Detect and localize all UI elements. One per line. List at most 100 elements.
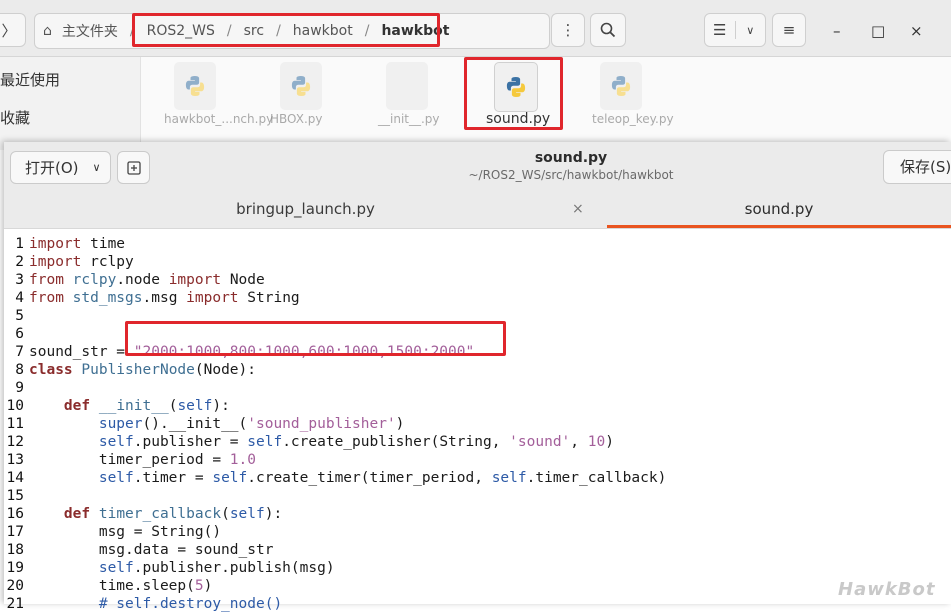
line-number: 12 (6, 434, 24, 450)
home-icon[interactable]: ⌂ (35, 23, 54, 39)
python-icon (185, 76, 205, 96)
line-number: 9 (15, 380, 24, 396)
code-text: # self.destroy_node() (98, 596, 283, 612)
chevron-down-icon: ∨ (746, 23, 755, 37)
line-number: 4 (15, 290, 24, 306)
line-number: 7 (15, 344, 24, 360)
tab-label: bringup_launch.py (236, 200, 375, 218)
code-text: self.publisher = self.create_publisher(S… (98, 434, 614, 450)
line-number: 1 (15, 236, 24, 252)
python-icon (291, 76, 311, 96)
code-line: 2 import rclpy (4, 253, 134, 271)
line-number: 16 (6, 506, 24, 522)
code-text: self.publisher.publish(msg) (98, 560, 335, 576)
code-text: def __init__(self): (63, 398, 230, 414)
tab-label: sound.py (744, 200, 814, 218)
code-line: 10 def __init__(self): (4, 397, 230, 415)
code-text: msg = String() (29, 524, 222, 540)
line-number: 17 (6, 524, 24, 540)
line-number: 5 (15, 308, 24, 324)
hamburger-icon: ≡ (782, 21, 796, 39)
code-line: 19 self.publisher.publish(msg) (4, 559, 335, 577)
line-number: 20 (6, 578, 24, 594)
line-number: 11 (6, 416, 24, 432)
tab-bringup-launch[interactable]: bringup_launch.py (4, 194, 607, 228)
code-text: msg.data = sound_str (29, 542, 274, 558)
code-line: 16 def timer_callback(self): (4, 505, 283, 523)
list-view-icon: ☰ (705, 21, 736, 39)
code-line: 11 super().__init__('sound_publisher') (4, 415, 405, 433)
code-line: 5 (4, 307, 29, 325)
main-menu-button[interactable]: ≡ (772, 13, 806, 47)
code-line: 18 msg.data = sound_str (4, 541, 274, 559)
code-text: def timer_callback(self): (63, 506, 283, 522)
file-manager-header: 〉 ⌂ 主文件夹 / ROS2_WS / src / hawkbot / haw… (0, 0, 951, 57)
close-button[interactable]: × (910, 22, 923, 40)
code-text: class PublisherNode(Node): (29, 362, 256, 378)
search-button[interactable] (590, 13, 626, 47)
save-button[interactable]: 保存(S) (883, 150, 951, 184)
forward-button[interactable]: 〉 (0, 13, 26, 47)
sidebar: 最近使用 收藏 (0, 57, 141, 150)
code-highlight-box (125, 321, 506, 356)
editor-header: 打开(O) ∨ sound.py ~/ROS2_WS/src/hawkbot/h… (4, 142, 951, 195)
document-title: sound.py (534, 150, 608, 166)
code-line: 9 (4, 379, 29, 397)
breadcrumb-home[interactable]: 主文件夹 (54, 21, 126, 41)
file-icon-python[interactable] (600, 62, 642, 110)
active-tab-indicator (607, 225, 951, 228)
code-line: 3 from rclpy.node import Node (4, 271, 265, 289)
code-text: timer_period = 1.0 (29, 452, 256, 468)
file-name: HBOX.py (270, 112, 323, 126)
search-icon (600, 22, 616, 38)
file-name: __init__.py (378, 112, 440, 126)
file-icon-python[interactable] (280, 62, 322, 110)
line-number: 3 (15, 272, 24, 288)
line-number: 14 (6, 470, 24, 486)
watermark: HawkBot (838, 579, 936, 600)
line-number: 13 (6, 452, 24, 468)
code-line: 21 # self.destroy_node() (4, 595, 283, 613)
file-name: teleop_key.py (592, 112, 674, 126)
view-toggle-button[interactable]: ☰ ∨ (704, 13, 766, 47)
text-editor-window: 打开(O) ∨ sound.py ~/ROS2_WS/src/hawkbot/h… (4, 142, 951, 612)
line-number: 2 (15, 254, 24, 270)
line-number: 10 (6, 398, 24, 414)
chevron-right-icon: 〉 (1, 21, 17, 40)
file-icon-python[interactable] (174, 62, 216, 110)
maximize-button[interactable]: □ (871, 22, 885, 40)
code-line: 20 time.sleep(5) (4, 577, 213, 595)
sidebar-item-starred[interactable]: 收藏 (0, 107, 30, 128)
line-number: 8 (15, 362, 24, 378)
line-number: 15 (6, 488, 24, 504)
path-highlight-box (132, 13, 440, 47)
code-line: 6 (4, 325, 29, 343)
code-line: 14 self.timer = self.create_timer(timer_… (4, 469, 667, 487)
code-text: from std_msgs.msg import String (29, 290, 300, 306)
tab-sound-py[interactable]: sound.py (607, 194, 951, 228)
line-number: 21 (6, 596, 24, 612)
code-text: super().__init__('sound_publisher') (98, 416, 405, 432)
python-icon (611, 76, 631, 96)
file-manager-window: 〉 ⌂ 主文件夹 / ROS2_WS / src / hawkbot / haw… (0, 0, 951, 150)
close-icon[interactable]: × (572, 194, 584, 228)
code-area[interactable]: 1 import time 2 import rclpy 3 from rclpy.nod… (4, 229, 951, 612)
code-text: time.sleep(5) (29, 578, 213, 594)
file-icon-text[interactable] (386, 62, 428, 110)
code-line: 1 import time (4, 235, 125, 253)
code-line: 17 msg = String() (4, 523, 222, 541)
code-text: import rclpy (29, 254, 134, 270)
code-text: from rclpy.node import Node (29, 272, 265, 288)
line-number: 19 (6, 560, 24, 576)
minimize-button[interactable]: – (833, 22, 841, 40)
file-name: hawkbot_...nch.py (164, 112, 274, 126)
path-menu-button[interactable]: ⋮ (551, 13, 585, 47)
tab-bar: bringup_launch.py × sound.py (4, 194, 951, 229)
code-text: self.timer = self.create_timer(timer_per… (98, 470, 667, 486)
more-vertical-icon: ⋮ (560, 21, 576, 39)
code-line: 8 class PublisherNode(Node): (4, 361, 256, 379)
line-number: 18 (6, 542, 24, 558)
code-text: import time (29, 236, 126, 252)
sidebar-item-recent[interactable]: 最近使用 (0, 69, 60, 90)
document-path: ~/ROS2_WS/src/hawkbot/hawkbot (468, 168, 674, 182)
